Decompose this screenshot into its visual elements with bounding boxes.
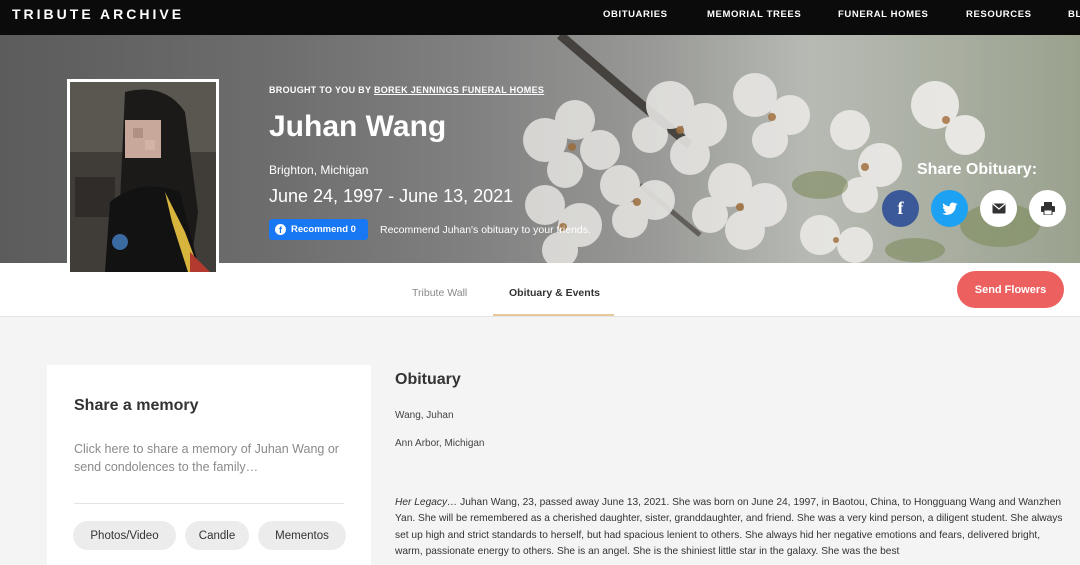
recommend-description: Recommend Juhan's obituary to your frien…	[380, 224, 591, 236]
nav-item-funeral-homes[interactable]: FUNERAL HOMES	[838, 9, 929, 20]
deceased-location: Brighton, Michigan	[269, 163, 369, 177]
candle-button[interactable]: Candle	[185, 521, 249, 550]
tab-tribute-wall[interactable]: Tribute Wall	[412, 287, 467, 299]
obituary-city-line: Ann Arbor, Michigan	[395, 438, 485, 449]
nav-item-blog[interactable]: BL	[1068, 9, 1080, 20]
send-flowers-button[interactable]: Send Flowers	[957, 271, 1064, 308]
portrait-photo	[70, 82, 216, 272]
nav-item-obituaries[interactable]: OBITUARIES	[603, 9, 668, 20]
photos-video-button[interactable]: Photos/Video	[73, 521, 176, 550]
share-print-button[interactable]	[1029, 190, 1066, 227]
active-tab-indicator	[493, 314, 614, 316]
recommend-label: Recommend 0	[291, 224, 356, 235]
twitter-icon	[941, 202, 957, 215]
nav-item-memorial-trees[interactable]: MEMORIAL TREES	[707, 9, 801, 20]
life-dates: June 24, 1997 - June 13, 2021	[269, 186, 514, 206]
brought-by-label: BROUGHT TO YOU BY	[269, 85, 372, 95]
share-facebook-button[interactable]: f	[882, 190, 919, 227]
print-icon	[1040, 202, 1055, 215]
funeral-home-credit: BROUGHT TO YOU BY BOREK JENNINGS FUNERAL…	[269, 85, 544, 95]
share-memory-title: Share a memory	[74, 397, 199, 414]
facebook-icon: f	[275, 224, 286, 235]
mementos-button[interactable]: Mementos	[258, 521, 346, 550]
obituary-name-line: Wang, Juhan	[395, 410, 454, 421]
share-twitter-button[interactable]	[931, 190, 968, 227]
deceased-portrait	[67, 79, 219, 275]
top-navigation: TRIBUTE ARCHIVE OBITUARIES MEMORIAL TREE…	[0, 0, 1080, 35]
nav-item-resources[interactable]: RESOURCES	[966, 9, 1032, 20]
divider	[74, 503, 344, 504]
legacy-label: Her Legacy…	[395, 497, 458, 508]
facebook-recommend-button[interactable]: f Recommend 0	[269, 219, 368, 240]
obituary-text: Her Legacy… Juhan Wang, 23, passed away …	[395, 495, 1070, 561]
share-email-button[interactable]	[980, 190, 1017, 227]
deceased-name: Juhan Wang	[269, 110, 447, 143]
memory-input-prompt[interactable]: Click here to share a memory of Juhan Wa…	[74, 440, 354, 476]
share-obituary-label: Share Obituary:	[917, 161, 1038, 178]
obituary-heading: Obituary	[395, 371, 461, 388]
tab-obituary-events[interactable]: Obituary & Events	[509, 287, 600, 299]
obituary-body: Juhan Wang, 23, passed away June 13, 202…	[395, 497, 1063, 558]
email-icon	[992, 203, 1005, 214]
funeral-home-link[interactable]: BOREK JENNINGS FUNERAL HOMES	[374, 85, 544, 95]
site-logo[interactable]: TRIBUTE ARCHIVE	[12, 6, 184, 22]
facebook-icon: f	[897, 198, 904, 218]
